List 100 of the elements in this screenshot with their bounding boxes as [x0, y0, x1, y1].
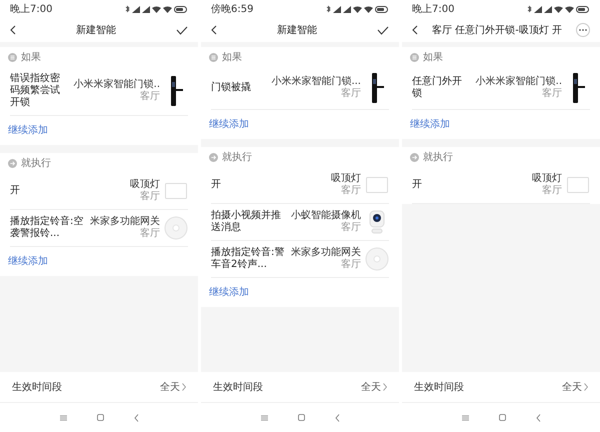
confirm-button[interactable]: [176, 26, 188, 34]
back-nav-button[interactable]: [536, 414, 540, 422]
back-button[interactable]: [211, 25, 217, 35]
menu-button[interactable]: [260, 414, 268, 420]
add-link[interactable]: 继续添加: [0, 247, 198, 276]
arrow-circle-icon: [410, 152, 419, 162]
round-gateway-icon: [164, 216, 188, 240]
back-button[interactable]: [412, 25, 418, 35]
rule-item[interactable]: 播放指定铃音:空袭警报铃... 米家多功能网关 客厅: [10, 210, 188, 247]
door-lock-icon: [169, 76, 183, 106]
screen-title: 客厅 任意门外开锁-吸顶灯 开: [432, 24, 562, 38]
row-label: 生效时间段: [414, 380, 464, 394]
row-label: 生效时间段: [213, 380, 263, 394]
rule-item[interactable]: 播放指定铃音:警车音2铃声... 米家多功能网关 客厅: [211, 241, 389, 278]
row-value: 全天: [562, 380, 582, 394]
confirm-button[interactable]: [377, 26, 389, 34]
arrow-circle-icon: [8, 158, 17, 168]
section-title: 就执行: [423, 150, 453, 164]
device-name: 吸顶灯: [532, 173, 562, 184]
rule-item[interactable]: 拍摄小视频并推送消息 小蚁智能摄像机 客厅: [211, 204, 389, 241]
check-icon: [176, 26, 188, 34]
back-icon: [412, 25, 418, 35]
home-button[interactable]: [498, 414, 506, 421]
back-button[interactable]: [10, 25, 16, 35]
light-switch-icon: [567, 177, 589, 193]
condition-icon: [209, 52, 218, 62]
battery-icon: [174, 6, 188, 12]
device-name: 吸顶灯: [331, 173, 361, 184]
bluetooth-icon: [326, 5, 331, 13]
device-name: 小米米家智能门锁..: [476, 76, 562, 88]
room-name: 客厅: [341, 88, 361, 100]
back-nav-button[interactable]: [134, 414, 138, 422]
status-time: 傍晚6:59: [211, 2, 254, 16]
back-icon: [10, 25, 16, 35]
menu-icon: [260, 414, 268, 420]
rule-text: 门锁被撬: [211, 82, 252, 94]
row-value: 全天: [160, 380, 180, 394]
home-button[interactable]: [96, 414, 104, 421]
light-switch-icon: [165, 183, 187, 199]
rule-text: 错误指纹密码频繁尝试开锁: [10, 73, 61, 109]
section-title: 就执行: [222, 150, 252, 164]
add-link[interactable]: 继续添加: [201, 110, 399, 139]
light-switch-icon: [366, 177, 388, 193]
back-icon: [134, 414, 138, 422]
door-lock-icon: [370, 73, 384, 103]
condition-icon: [8, 52, 17, 62]
device-name: 米家多功能网关: [291, 247, 361, 258]
device-name: 吸顶灯: [130, 179, 160, 190]
rule-item[interactable]: 开 吸顶灯 客厅: [211, 167, 389, 204]
menu-icon: [60, 414, 66, 420]
arrow-circle-icon: [209, 152, 218, 162]
rule-text: 拍摄小视频并推送消息: [211, 210, 282, 234]
time-period-row[interactable]: 生效时间段 全天: [0, 372, 198, 402]
room-name: 客厅: [341, 185, 361, 197]
chevron-right-icon: [182, 383, 186, 391]
time-period-row[interactable]: 生效时间段 全天: [201, 372, 399, 402]
menu-icon: [462, 414, 468, 420]
home-icon: [498, 414, 506, 421]
camera-icon: [368, 210, 386, 234]
room-name: 客厅: [140, 228, 160, 240]
row-value: 全天: [361, 380, 381, 394]
menu-button[interactable]: [60, 414, 66, 420]
room-name: 客厅: [341, 259, 361, 271]
rule-item[interactable]: 开 吸顶灯 客厅: [10, 173, 188, 210]
screen-title: 新建智能: [277, 24, 317, 38]
add-link[interactable]: 继续添加: [201, 278, 399, 307]
section-title: 就执行: [21, 156, 51, 170]
home-icon: [96, 414, 104, 421]
room-name: 客厅: [542, 88, 562, 100]
back-nav-button[interactable]: [334, 414, 340, 422]
check-icon: [377, 26, 389, 34]
status-time: 晚上7:00: [412, 2, 454, 16]
time-period-row[interactable]: 生效时间段 全天: [402, 372, 600, 402]
rule-item[interactable]: 开 吸顶灯 客厅: [412, 167, 590, 204]
menu-button[interactable]: [462, 414, 468, 420]
row-label: 生效时间段: [12, 380, 62, 394]
home-icon: [298, 414, 304, 421]
add-link[interactable]: 继续添加: [0, 116, 198, 145]
more-button[interactable]: [576, 23, 590, 37]
home-button[interactable]: [298, 414, 304, 421]
room-name: 客厅: [140, 191, 160, 203]
screen-title: 新建智能: [76, 24, 116, 38]
rule-item[interactable]: 任意门外开锁 小米米家智能门锁.. 客厅: [412, 67, 590, 110]
rule-item[interactable]: 门锁被撬 小米米家智能门锁... 客厅: [211, 67, 389, 110]
room-name: 客厅: [341, 222, 361, 234]
rule-text: 播放指定铃音:警车音2铃声...: [211, 247, 286, 271]
device-name: 小米米家智能门锁...: [271, 76, 361, 88]
rule-text: 任意门外开锁: [412, 76, 463, 100]
rule-text: 开: [211, 179, 222, 191]
status-time: 晚上7:00: [10, 2, 52, 16]
back-icon: [211, 25, 217, 35]
add-link[interactable]: 继续添加: [402, 110, 600, 139]
device-name: 小米米家智能门锁..: [74, 79, 160, 90]
rule-item[interactable]: 错误指纹密码频繁尝试开锁 小米米家智能门锁.. 客厅: [10, 67, 188, 116]
chevron-right-icon: [383, 383, 387, 391]
room-name: 客厅: [542, 185, 562, 197]
rule-text: 开: [10, 185, 21, 197]
condition-icon: [410, 52, 419, 62]
section-title: 如果: [423, 50, 443, 64]
back-icon: [536, 414, 540, 422]
